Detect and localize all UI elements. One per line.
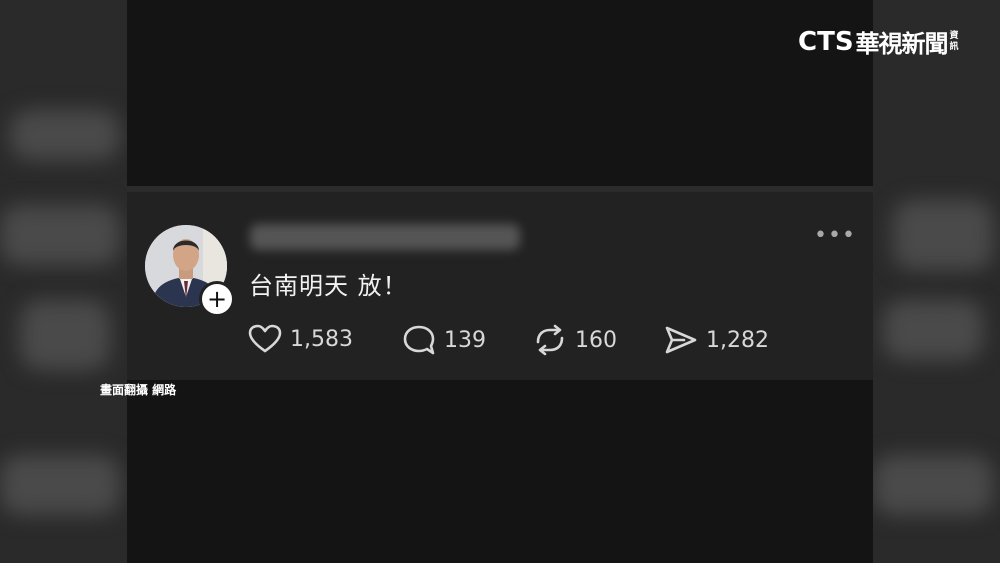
username-blurred[interactable] — [250, 224, 520, 250]
share-button[interactable]: 1,282 — [664, 324, 769, 356]
share-icon — [665, 326, 697, 354]
comment-icon — [403, 325, 435, 355]
more-icon[interactable]: ••• — [814, 225, 856, 247]
share-count: 1,282 — [706, 327, 769, 353]
repost-icon — [536, 324, 564, 356]
logo-small: 資 訊 — [949, 30, 959, 52]
repost-button[interactable]: 160 — [533, 324, 617, 356]
logo-zh: 華視新聞 — [855, 30, 949, 58]
comment-button[interactable]: 139 — [402, 324, 486, 356]
comment-count: 139 — [444, 327, 486, 353]
follow-plus-icon[interactable]: + — [199, 281, 235, 317]
heart-icon — [248, 324, 282, 353]
blurred-background-right — [873, 0, 1000, 563]
post-text: 台南明天 放！ — [249, 272, 408, 300]
logo-en: CTS — [798, 26, 854, 57]
like-button[interactable]: 1,583 — [248, 324, 353, 354]
blurred-background-left — [0, 0, 127, 563]
like-count: 1,583 — [290, 326, 353, 352]
repost-count: 160 — [575, 327, 617, 353]
image-credit: 畫面翻攝 網路 — [100, 383, 177, 397]
cts-news-logo: CTS 華視新聞 資 訊 — [798, 24, 959, 59]
